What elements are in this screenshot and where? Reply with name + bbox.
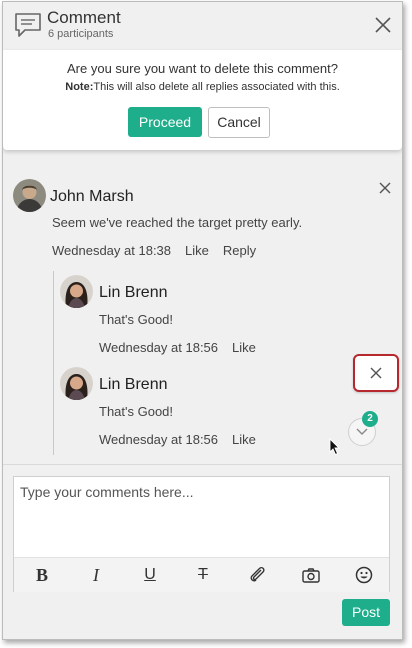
note-label: Note:: [65, 81, 94, 93]
reply-text: That's Good!: [99, 404, 174, 419]
confirm-note: Note:This will also delete all replies a…: [3, 81, 402, 93]
emoji-icon[interactable]: [352, 563, 376, 587]
reply-author: Lin Brenn: [99, 284, 168, 301]
new-replies-badge: 2: [362, 411, 378, 427]
post-button[interactable]: Post: [342, 599, 390, 626]
reply-time: Wednesday at 18:56: [99, 432, 219, 447]
panel-header: Comment 6 participants: [3, 2, 402, 50]
delete-comment-icon[interactable]: [378, 181, 392, 195]
comment-icon: [15, 13, 41, 37]
comment-composer: B I U T: [13, 476, 390, 592]
avatar: [60, 367, 93, 400]
confirm-question: Are you sure you want to delete this com…: [67, 61, 338, 76]
like-link[interactable]: Like: [232, 432, 256, 447]
comment-input[interactable]: [14, 477, 389, 555]
format-toolbar: B I U T: [14, 557, 389, 592]
reply-meta: Wednesday at 18:56 Like: [99, 432, 270, 447]
comment-author: John Marsh: [50, 188, 134, 205]
strikethrough-icon[interactable]: T: [191, 563, 215, 587]
comment-thread: John Marsh Seem we've reached the target…: [3, 164, 402, 462]
comment-meta: Wednesday at 18:38 Like Reply: [52, 243, 270, 258]
underline-icon[interactable]: U: [138, 563, 162, 587]
cancel-button[interactable]: Cancel: [208, 107, 270, 138]
close-icon: [370, 367, 382, 379]
participants-count: 6 participants: [48, 28, 114, 40]
like-link[interactable]: Like: [185, 243, 209, 258]
delete-confirm-dialog: Are you sure you want to delete this com…: [3, 50, 402, 150]
panel-title: Comment: [47, 8, 121, 27]
avatar: [13, 179, 46, 212]
reply-text: That's Good!: [99, 312, 174, 327]
reply-meta: Wednesday at 18:56 Like: [99, 340, 270, 355]
comment-time: Wednesday at 18:38: [52, 243, 172, 258]
mouse-cursor-icon: [329, 438, 341, 456]
proceed-button[interactable]: Proceed: [128, 107, 202, 137]
comment-panel: Comment 6 participants Are you sure you …: [2, 1, 403, 640]
camera-icon[interactable]: [299, 563, 323, 587]
composer-area: B I U T Post: [3, 464, 402, 639]
comment-text: Seem we've reached the target pretty ear…: [52, 215, 303, 230]
note-text: This will also delete all replies associ…: [93, 81, 340, 93]
reply-author: Lin Brenn: [99, 376, 168, 393]
like-link[interactable]: Like: [232, 340, 256, 355]
delete-reply-button[interactable]: [353, 354, 399, 392]
avatar: [60, 275, 93, 308]
chevron-down-icon: [356, 428, 368, 435]
bold-icon[interactable]: B: [30, 563, 54, 587]
close-icon[interactable]: [373, 15, 393, 35]
reply-link[interactable]: Reply: [223, 243, 256, 258]
reply-thread-line: [53, 271, 54, 455]
italic-icon[interactable]: I: [84, 563, 108, 587]
attachment-icon[interactable]: [245, 563, 269, 587]
reply-time: Wednesday at 18:56: [99, 340, 219, 355]
